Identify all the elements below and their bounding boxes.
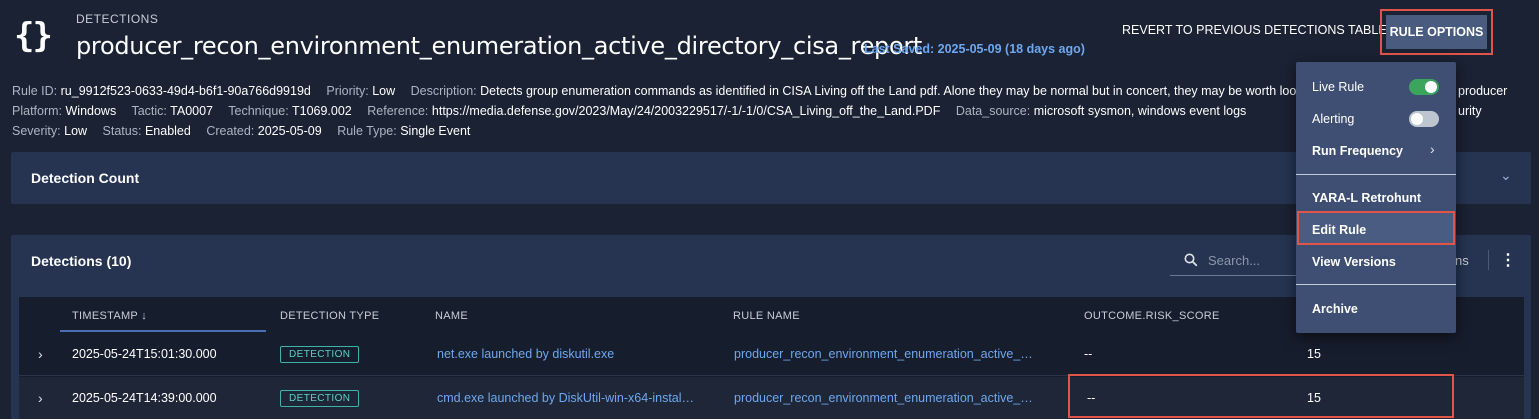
rule-name-link[interactable]: producer_recon_environment_enumeration_a… xyxy=(734,391,1033,405)
column-header-risk-score[interactable]: OUTCOME.RISK_SCORE xyxy=(1084,310,1220,322)
columns-button-label[interactable]: ns xyxy=(1455,253,1469,268)
rule-metadata-line-2: Platform: Windows Tactic: TA0007 Techniq… xyxy=(12,104,1247,118)
expand-row-icon[interactable]: › xyxy=(38,346,43,362)
menu-item-view-versions[interactable]: View Versions xyxy=(1312,255,1396,269)
chevron-down-icon[interactable]: ⌄ xyxy=(1500,167,1512,184)
row-value: 15 xyxy=(1307,347,1321,361)
live-rule-toggle[interactable] xyxy=(1409,79,1439,95)
search-icon xyxy=(1184,253,1198,267)
detection-name-link[interactable]: cmd.exe launched by DiskUtil-win-x64-ins… xyxy=(437,391,694,405)
sorted-column-indicator xyxy=(60,330,266,332)
detections-title: Detections (10) xyxy=(31,253,132,269)
breadcrumb[interactable]: DETECTIONS xyxy=(76,12,158,26)
metadata-overflow-text-2: urity xyxy=(1458,104,1482,118)
toolbar-divider xyxy=(1488,250,1489,270)
page-title: producer_recon_environment_enumeration_a… xyxy=(76,32,923,60)
menu-item-archive[interactable]: Archive xyxy=(1312,302,1358,316)
metadata-overflow-text-1: producer xyxy=(1458,84,1508,98)
more-options-icon[interactable]: ⋮ xyxy=(1500,250,1516,270)
risk-score-value: -- xyxy=(1084,347,1093,361)
menu-divider xyxy=(1296,174,1456,175)
rule-name-link[interactable]: producer_recon_environment_enumeration_a… xyxy=(734,347,1033,361)
column-header-rule-name[interactable]: RULE NAME xyxy=(733,310,800,322)
menu-item-run-frequency[interactable]: Run Frequency xyxy=(1312,144,1403,158)
detection-type-badge: DETECTION xyxy=(280,346,360,363)
column-header-name[interactable]: NAME xyxy=(435,310,468,322)
rule-options-button[interactable]: RULE OPTIONS xyxy=(1386,15,1487,49)
last-saved-label: Last Saved: 2025-05-09 (18 days ago) xyxy=(864,42,1085,56)
rules-logo-icon: {} xyxy=(14,16,53,56)
row-timestamp: 2025-05-24T15:01:30.000 xyxy=(72,347,217,361)
revert-detections-table-button[interactable]: REVERT TO PREVIOUS DETECTIONS TABLE xyxy=(1122,23,1387,37)
expand-row-icon[interactable]: › xyxy=(38,390,43,406)
alerting-toggle[interactable] xyxy=(1409,111,1439,127)
menu-item-live-rule[interactable]: Live Rule xyxy=(1312,80,1364,94)
row-timestamp: 2025-05-24T14:39:00.000 xyxy=(72,391,217,405)
menu-item-alerting[interactable]: Alerting xyxy=(1312,112,1354,126)
menu-item-edit-rule[interactable]: Edit Rule xyxy=(1312,223,1366,237)
chevron-right-icon: › xyxy=(1430,141,1435,157)
rule-metadata-line-3: Severity: Low Status: Enabled Created: 2… xyxy=(12,124,471,138)
column-header-timestamp[interactable]: TIMESTAMP ↓ xyxy=(72,310,147,322)
search-input[interactable] xyxy=(1208,253,1298,268)
column-header-detection-type[interactable]: DETECTION TYPE xyxy=(280,310,379,322)
detection-name-link[interactable]: net.exe launched by diskutil.exe xyxy=(437,347,614,361)
menu-item-yara-l-retrohunt[interactable]: YARA-L Retrohunt xyxy=(1312,191,1421,205)
detection-type-badge: DETECTION xyxy=(280,390,360,407)
menu-divider xyxy=(1296,284,1456,285)
detection-count-title: Detection Count xyxy=(31,170,140,186)
rule-metadata-line-1: Rule ID: ru_9912f523-0633-49d4-b6f1-90a7… xyxy=(12,84,1343,98)
risk-score-highlight xyxy=(1068,374,1454,418)
